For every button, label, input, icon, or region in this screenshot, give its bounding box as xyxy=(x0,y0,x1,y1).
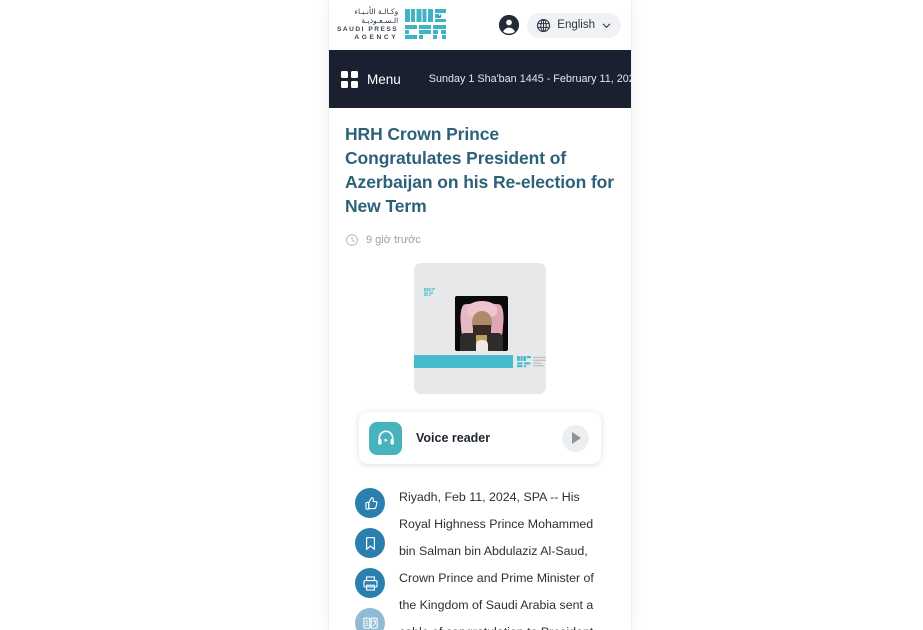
menu-button[interactable]: Menu xyxy=(341,70,401,88)
play-icon xyxy=(572,432,581,444)
article-meta: 9 giờ trước xyxy=(345,233,615,247)
navbar-date: Sunday 1 Sha'ban 1445 - February 11, 202… xyxy=(428,73,631,85)
spa-logo-icon xyxy=(405,9,447,39)
site-header: وكـالـة الأنـبـاء الـسـعـوديـة SAUDI PRE… xyxy=(329,0,631,50)
headphones-play-icon xyxy=(369,421,402,455)
translate-button[interactable] xyxy=(355,608,385,630)
bookmark-icon xyxy=(365,536,375,550)
clock-icon xyxy=(346,234,358,246)
article: HRH Crown Prince Congratulates President… xyxy=(329,108,631,630)
language-selector[interactable]: English xyxy=(527,12,621,38)
account-button[interactable] xyxy=(497,13,521,37)
content-column: وكـالـة الأنـبـاء الـسـعـوديـة SAUDI PRE… xyxy=(329,0,631,630)
account-circle-icon xyxy=(499,14,520,36)
hero-corner-logo xyxy=(517,355,546,368)
page-root: وكـالـة الأنـبـاء الـسـعـوديـة SAUDI PRE… xyxy=(0,0,923,630)
hero-accent-bar xyxy=(414,355,546,368)
voice-reader-label: Voice reader xyxy=(416,431,491,445)
voice-reader-card[interactable]: Voice reader xyxy=(359,412,601,464)
brand-wordmark: وكـالـة الأنـبـاء الـسـعـوديـة SAUDI PRE… xyxy=(337,8,398,41)
thumbs-up-icon xyxy=(364,496,377,510)
brand-arabic-line2: الـسـعـوديـة xyxy=(361,16,399,26)
brand-english-line2: AGENCY xyxy=(354,34,399,42)
article-headline: HRH Crown Prince Congratulates President… xyxy=(345,124,614,216)
article-timestamp: 9 giờ trước xyxy=(366,234,421,246)
menu-label: Menu xyxy=(367,71,401,87)
chevron-down-icon xyxy=(602,23,611,28)
action-rail xyxy=(355,484,385,630)
printer-icon xyxy=(362,575,378,591)
spa-watermark-icon xyxy=(424,288,435,296)
like-button[interactable] xyxy=(355,488,385,518)
portrait-photo xyxy=(455,296,508,351)
site-logo[interactable]: وكـالـة الأنـبـاء الـسـعـوديـة SAUDI PRE… xyxy=(337,8,447,42)
translate-icon xyxy=(362,617,378,629)
article-body-row: Riyadh, Feb 11, 2024, SPA -- His Royal H… xyxy=(345,484,615,630)
article-hero-image[interactable] xyxy=(414,263,546,394)
article-hero-wrap xyxy=(345,263,615,394)
bookmark-button[interactable] xyxy=(355,528,385,558)
grid-menu-icon xyxy=(341,70,358,88)
brand-english-line1: SAUDI PRESS xyxy=(337,26,399,34)
language-label: English xyxy=(557,19,595,31)
print-button[interactable] xyxy=(355,568,385,598)
globe-icon xyxy=(537,18,551,32)
main-navbar: Menu Sunday 1 Sha'ban 1445 - February 11… xyxy=(329,50,631,108)
brand-arabic-line1: وكـالـة الأنـبـاء xyxy=(354,7,399,17)
article-body-text: Riyadh, Feb 11, 2024, SPA -- His Royal H… xyxy=(399,490,594,630)
voice-play-button[interactable] xyxy=(562,424,589,452)
